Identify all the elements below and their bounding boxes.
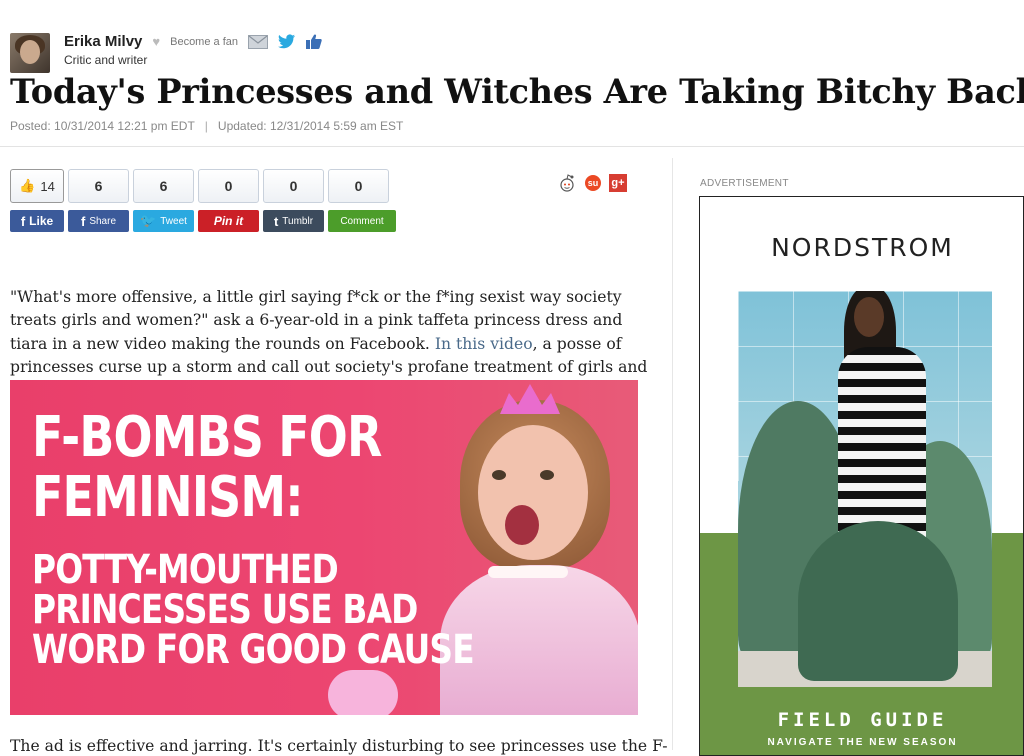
facebook-icon: f	[80, 213, 86, 229]
tumblr-icon: t	[273, 213, 279, 229]
comment-label: Comment	[340, 215, 384, 227]
facebook-like-icon[interactable]	[305, 34, 322, 49]
hero-headline-2: FEMINISM:	[32, 465, 304, 530]
like-count-value: 14	[40, 178, 55, 194]
pinterest-button[interactable]: Pin it	[198, 210, 259, 232]
stumbleupon-icon[interactable]: su	[585, 175, 601, 191]
facebook-share-button[interactable]: f Share	[68, 210, 129, 232]
tumblr-label: Tumblr	[282, 215, 314, 227]
facebook-like-button[interactable]: f Like	[10, 210, 64, 232]
posted-date: Posted: 10/31/2014 12:21 pm EDT	[10, 119, 195, 133]
twitter-bird-icon: 🐦	[140, 213, 157, 228]
agave-plant	[798, 521, 958, 681]
tiara	[500, 384, 560, 414]
girl-eye	[540, 470, 554, 480]
become-fan-link[interactable]: Become a fan	[170, 36, 238, 48]
author-name[interactable]: Erika Milvy	[64, 33, 142, 50]
comment-count: 0	[328, 169, 389, 203]
reddit-icon[interactable]	[557, 173, 577, 193]
share-buttons: f Like f Share 🐦 Tweet Pin it t Tumblr C…	[10, 210, 396, 232]
article-title: Today's Princesses and Witches Are Takin…	[10, 72, 1024, 111]
facebook-icon: f	[20, 213, 26, 229]
tumblr-count: 0	[263, 169, 324, 203]
share-label: Share	[89, 215, 117, 227]
girl-mouth	[505, 505, 539, 545]
nordstrom-ad[interactable]: NORDSTROM FIELD GUIDE NAVIGATE THE NEW S…	[699, 196, 1024, 756]
share-bar: 👍 14 6 6 0 0 0 f Like f Share 🐦 Tweet Pi…	[10, 169, 396, 232]
author-info: Erika Milvy ♥ Become a fan Critic and wr…	[64, 33, 322, 75]
author-role: Critic and writer	[64, 53, 148, 67]
author-block: Erika Milvy ♥ Become a fan Critic and wr…	[10, 33, 322, 75]
google-plus-icon[interactable]: g+	[609, 174, 627, 192]
sidebar-divider	[672, 158, 673, 750]
girl-eye	[492, 470, 506, 480]
date-separator: |	[204, 119, 208, 133]
tweet-button[interactable]: 🐦 Tweet	[133, 210, 194, 232]
email-icon[interactable]	[247, 34, 268, 49]
hero-image[interactable]: F-BOMBS FOR FEMINISM: POTTY-MOUTHED PRIN…	[10, 380, 638, 715]
extra-share-icons: su g+	[557, 173, 627, 193]
ad-label: ADVERTISEMENT	[700, 178, 789, 189]
header-divider	[0, 146, 1024, 147]
pin-label: Pin it	[213, 214, 244, 228]
hero-headline-1: F-BOMBS FOR	[32, 405, 382, 470]
tumblr-button[interactable]: t Tumblr	[263, 210, 324, 232]
author-line: Erika Milvy ♥ Become a fan	[64, 33, 322, 50]
pin-count: 0	[198, 169, 259, 203]
hero-subhead-2: PRINCESSES USE BAD	[32, 587, 418, 633]
tweet-label: Tweet	[160, 215, 187, 227]
article-dates: Posted: 10/31/2014 12:21 pm EDT | Update…	[10, 119, 403, 133]
heart-icon[interactable]: ♥	[152, 34, 160, 49]
pink-glove	[328, 670, 398, 715]
in-this-video-link[interactable]: In this video	[435, 335, 533, 353]
twitter-icon[interactable]	[277, 34, 296, 49]
ad-photo	[738, 291, 992, 687]
pearl-necklace	[488, 566, 568, 578]
avatar-face	[20, 40, 40, 64]
facebook-share-count: 6	[68, 169, 129, 203]
like-count[interactable]: 👍 14	[10, 169, 64, 203]
share-counts: 👍 14 6 6 0 0 0	[10, 169, 396, 203]
comment-button[interactable]: Comment	[328, 210, 396, 232]
model-head	[854, 297, 884, 337]
tweet-count: 6	[133, 169, 194, 203]
updated-date: Updated: 12/31/2014 5:59 am EST	[217, 119, 404, 133]
thumbs-up-icon: 👍	[19, 178, 36, 193]
article-body-continued: The ad is effective and jarring. It's ce…	[10, 737, 668, 755]
like-label: Like	[29, 214, 54, 228]
ad-brand: NORDSTROM	[771, 233, 954, 262]
author-avatar[interactable]	[10, 33, 50, 73]
ad-headline: FIELD GUIDE	[777, 709, 948, 731]
hero-subhead-1: POTTY-MOUTHED	[32, 547, 339, 593]
hero-subhead-3: WORD FOR GOOD CAUSE	[32, 627, 475, 673]
ad-subline: NAVIGATE THE NEW SEASON	[767, 737, 958, 748]
